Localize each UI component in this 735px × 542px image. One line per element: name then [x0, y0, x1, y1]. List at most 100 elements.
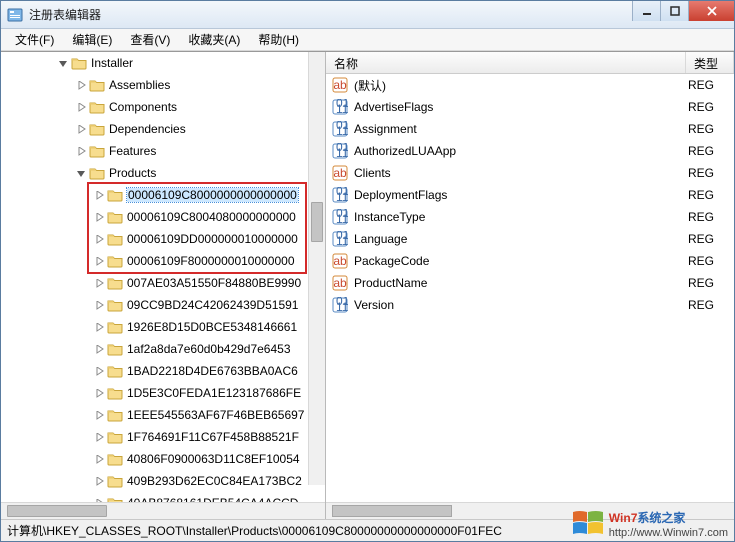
tree-item-product[interactable]: 1926E8D15D0BCE5348146661 [1, 316, 325, 338]
expand-icon[interactable] [93, 299, 105, 311]
tree-item-product[interactable]: 409B293D62EC0C84EA173BC2 [1, 470, 325, 492]
close-button[interactable] [688, 1, 734, 21]
expand-icon[interactable] [93, 475, 105, 487]
expand-icon[interactable] [75, 167, 87, 179]
tree-item-product[interactable]: 00006109DD000000010000000 [1, 228, 325, 250]
expand-icon[interactable] [93, 409, 105, 421]
folder-icon [107, 342, 123, 356]
expand-icon[interactable] [75, 79, 87, 91]
expand-icon[interactable] [93, 321, 105, 333]
statusbar: 计算机\HKEY_CLASSES_ROOT\Installer\Products… [1, 519, 734, 541]
value-name: Language [354, 232, 688, 246]
expand-icon[interactable] [93, 365, 105, 377]
menu-favorites[interactable]: 收藏夹(A) [180, 29, 248, 50]
list-row[interactable]: ab(默认)REG [326, 74, 734, 96]
tree-item-product[interactable]: 00006109F8000000010000000 [1, 250, 325, 272]
list-row[interactable]: 011110DeploymentFlagsREG [326, 184, 734, 206]
list-row[interactable]: abClientsREG [326, 162, 734, 184]
folder-icon [71, 56, 87, 70]
tree-horizontal-scrollbar[interactable] [1, 502, 325, 519]
expand-icon[interactable] [75, 145, 87, 157]
value-type: REG [688, 100, 734, 114]
menu-view[interactable]: 查看(V) [122, 29, 178, 50]
expand-icon[interactable] [75, 101, 87, 113]
menu-help[interactable]: 帮助(H) [250, 29, 307, 50]
svg-text:110: 110 [336, 300, 348, 313]
tree-item[interactable]: Products [1, 162, 325, 184]
column-name[interactable]: 名称 [326, 52, 686, 73]
tree-vertical-scrollbar[interactable] [308, 52, 325, 485]
tree-label: 1af2a8da7e60d0b429d7e6453 [127, 342, 291, 356]
tree-item[interactable]: Assemblies [1, 74, 325, 96]
value-type: REG [688, 298, 734, 312]
tree-item-product[interactable]: 1D5E3C0FEDA1E123187686FE [1, 382, 325, 404]
tree-label: 007AE03A51550F84880BE9990 [127, 276, 301, 290]
value-name: InstanceType [354, 210, 688, 224]
svg-text:ab: ab [333, 78, 347, 92]
tree-item[interactable]: Dependencies [1, 118, 325, 140]
value-icon: ab [332, 77, 348, 93]
expand-icon[interactable] [75, 123, 87, 135]
value-type: REG [688, 188, 734, 202]
list-body: ab(默认)REG011110AdvertiseFlagsREG011110As… [326, 74, 734, 502]
expand-icon[interactable] [93, 277, 105, 289]
value-type: REG [688, 254, 734, 268]
tree-label: Installer [91, 56, 133, 70]
expand-icon[interactable] [93, 255, 105, 267]
expand-icon[interactable] [93, 387, 105, 399]
tree-item-product[interactable]: 00006109C8004080000000000 [1, 206, 325, 228]
expand-icon[interactable] [93, 233, 105, 245]
tree-label: Features [109, 144, 156, 158]
expand-icon[interactable] [57, 57, 69, 69]
tree-item[interactable]: Features [1, 140, 325, 162]
list-row[interactable]: 011110 AdvertiseFlagsREG [326, 96, 734, 118]
value-type: REG [688, 232, 734, 246]
list-row[interactable]: abPackageCodeREG [326, 250, 734, 272]
folder-icon [89, 78, 105, 92]
value-name: Version [354, 298, 688, 312]
scrollbar-thumb[interactable] [332, 505, 452, 517]
expand-icon[interactable] [93, 431, 105, 443]
window-title: 注册表编辑器 [29, 6, 101, 23]
value-name: AdvertiseFlags [354, 100, 688, 114]
scrollbar-thumb[interactable] [7, 505, 107, 517]
value-icon: 011110 [332, 99, 348, 115]
expand-icon[interactable] [93, 189, 105, 201]
minimize-button[interactable] [632, 1, 660, 21]
value-icon: ab [332, 165, 348, 181]
tree-item-product[interactable]: 1BAD2218D4DE6763BBA0AC6 [1, 360, 325, 382]
tree-label: 00006109C8000000000000000 [127, 188, 298, 202]
expand-icon[interactable] [93, 211, 105, 223]
maximize-button[interactable] [660, 1, 688, 21]
tree-item-product[interactable]: 007AE03A51550F84880BE9990 [1, 272, 325, 294]
value-icon: 011110 [332, 209, 348, 225]
list-row[interactable]: 011110 VersionREG [326, 294, 734, 316]
value-icon: 011110 [332, 297, 348, 313]
menu-edit[interactable]: 编辑(E) [64, 29, 120, 50]
list-row[interactable]: 011110AssignmentREG [326, 118, 734, 140]
list-horizontal-scrollbar[interactable] [326, 502, 734, 519]
tree-item-product[interactable]: 40806F0900063D11C8EF10054 [1, 448, 325, 470]
tree-item-product[interactable]: 09CC9BD24C42062439D51591 [1, 294, 325, 316]
list-row[interactable]: 011110LanguageREG [326, 228, 734, 250]
tree-item-product[interactable]: 40AB8768161DEB54CA4ACCD [1, 492, 325, 502]
expand-icon[interactable] [93, 453, 105, 465]
value-type: REG [688, 210, 734, 224]
tree-item-product[interactable]: 1EEE545563AF67F46BEB65697 [1, 404, 325, 426]
tree-label: 00006109C8004080000000000 [127, 210, 296, 224]
tree-item[interactable]: Components [1, 96, 325, 118]
list-row[interactable]: 011110AuthorizedLUAAppREG [326, 140, 734, 162]
value-name: AuthorizedLUAApp [354, 144, 688, 158]
folder-icon [107, 320, 123, 334]
list-row[interactable]: abProductNameREG [326, 272, 734, 294]
list-row[interactable]: 011110 InstanceTypeREG [326, 206, 734, 228]
tree-item-product[interactable]: 1af2a8da7e60d0b429d7e6453 [1, 338, 325, 360]
expand-icon[interactable] [93, 343, 105, 355]
tree-item-product[interactable]: 00006109C8000000000000000 [1, 184, 325, 206]
scrollbar-thumb[interactable] [311, 202, 323, 242]
folder-icon [107, 430, 123, 444]
column-type[interactable]: 类型 [686, 52, 734, 73]
tree-item-installer[interactable]: Installer [1, 52, 325, 74]
menu-file[interactable]: 文件(F) [7, 29, 62, 50]
tree-item-product[interactable]: 1F764691F11C67F458B88521F [1, 426, 325, 448]
